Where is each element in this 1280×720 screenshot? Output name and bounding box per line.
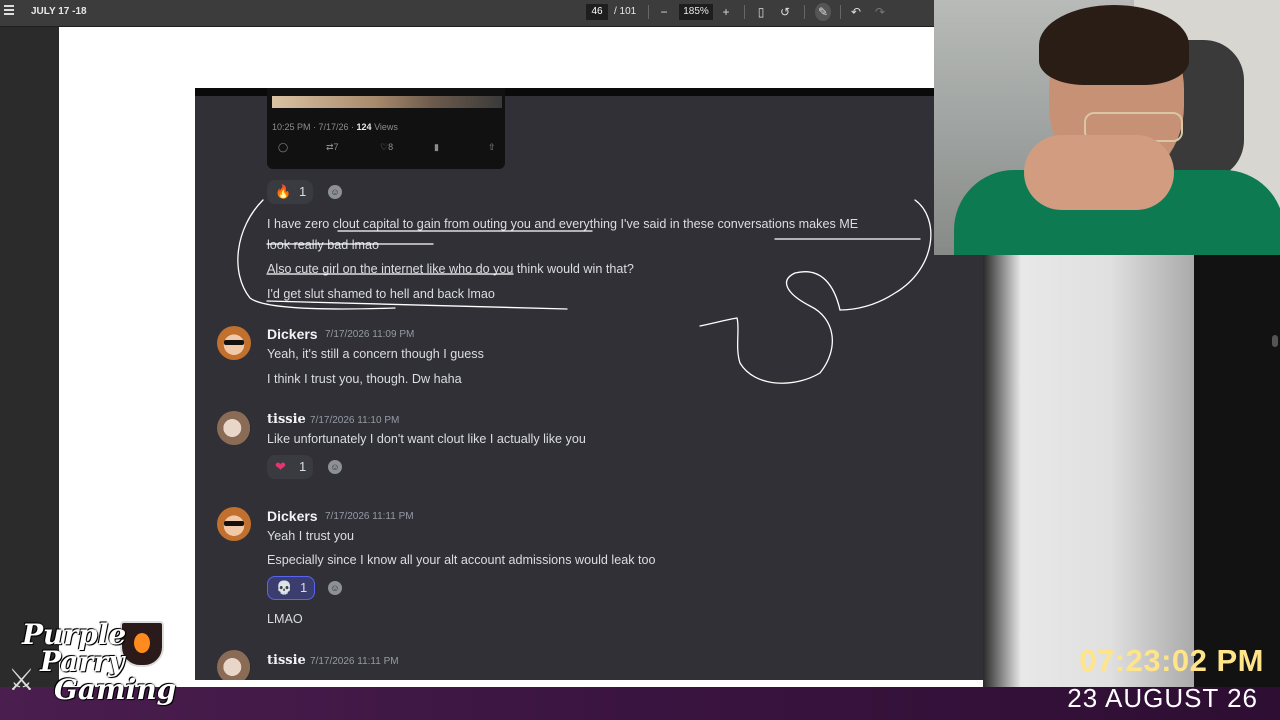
stream-date: 23 AUGUST 26 [1067, 683, 1258, 713]
encircle-stroke [237, 199, 932, 311]
fire-shield-icon [120, 621, 164, 667]
toolbar-divider [840, 5, 841, 19]
undo-icon[interactable]: ↶ [848, 3, 864, 21]
page-total: / 101 [614, 6, 637, 17]
document-title: JULY 17 -18 [31, 6, 87, 17]
menu-icon[interactable] [4, 5, 14, 15]
rotate-icon[interactable]: ↺ [777, 3, 793, 21]
channel-logo: ⚔ Purple Parry Gaming [8, 615, 176, 715]
crossed-swords-icon: ⚔ [8, 664, 35, 697]
zoom-in-icon[interactable]: + [718, 3, 734, 21]
redo-icon[interactable]: ↷ [872, 3, 888, 21]
toolbar-divider [648, 5, 649, 19]
webcam-feed [934, 0, 1280, 255]
annotate-icon[interactable]: ✎ [815, 3, 831, 21]
side-overlay-panel [983, 255, 1194, 687]
toolbar-divider [744, 5, 745, 19]
zoom-out-icon[interactable]: − [656, 3, 672, 21]
side-dark-panel [1194, 255, 1280, 687]
discord-screenshot: 10:25 PM · 7/17/26 · 124 Views ◯ ⇄ 7 ♡ 8… [195, 88, 983, 680]
fit-page-icon[interactable]: ▯ [753, 3, 769, 21]
toolbar-divider [804, 5, 805, 19]
logo-line: Gaming [54, 673, 177, 706]
pen-annotations [237, 199, 932, 384]
scrollbar-thumb[interactable] [1272, 335, 1278, 347]
webcam-hand [1024, 135, 1174, 210]
zoom-level-input[interactable]: 185% [679, 4, 713, 20]
webcam-hair [1039, 5, 1189, 85]
stream-clock: 07:23:02 PM [1079, 643, 1264, 678]
underline-stroke [266, 300, 568, 310]
loop-stroke [699, 271, 841, 384]
pdf-toolbar: JULY 17 -18 46 / 101 − 185% + ▯ ↺ ✎ ↶ ↷ [0, 0, 934, 27]
page-number-input[interactable]: 46 [586, 4, 608, 20]
